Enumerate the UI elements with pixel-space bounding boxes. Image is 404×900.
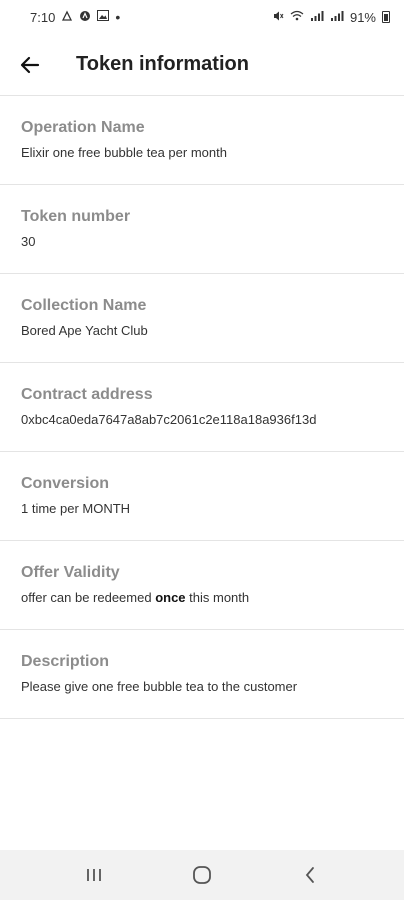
app-icon — [79, 10, 91, 25]
field-value: Please give one free bubble tea to the c… — [21, 679, 298, 694]
field-value: Bored Ape Yacht Club — [21, 323, 148, 338]
value-prefix: offer can be redeemed — [21, 590, 156, 605]
offer-validity-row: Offer Validity offer can be redeemed onc… — [0, 541, 404, 630]
status-time: 7:10 — [30, 9, 56, 25]
status-right: 91% — [272, 10, 390, 25]
field-label: Offer Validity — [21, 564, 120, 581]
home-icon — [193, 866, 211, 884]
field-value: offer can be redeemed once this month — [21, 590, 383, 606]
conversion-row: Conversion 1 time per MONTH — [0, 452, 404, 541]
value-suffix: this month — [185, 590, 250, 605]
page-title: Token information — [76, 53, 249, 75]
battery-icon — [382, 11, 390, 23]
token-number-row: Token number 30 — [0, 185, 404, 274]
field-label: Conversion — [21, 475, 110, 492]
operation-name-row: Operation Name Elixir one free bubble te… — [0, 96, 404, 185]
wifi-icon — [290, 10, 304, 24]
image-icon — [97, 10, 110, 24]
field-value: 0xbc4ca0eda7647a8ab7c2061c2e118a18a936f1… — [21, 412, 317, 427]
recents-icon — [87, 869, 101, 881]
field-label: Collection Name — [21, 297, 147, 314]
notification-icon — [61, 10, 73, 25]
back-button[interactable] — [0, 34, 60, 96]
signal-icon-2 — [330, 10, 344, 24]
arrow-left-icon — [20, 56, 40, 73]
field-value: 30 — [21, 234, 36, 249]
dot-icon: • — [115, 9, 121, 25]
field-label: Token number — [21, 208, 131, 225]
status-left: 7:10 • — [30, 9, 120, 25]
collection-name-row: Collection Name Bored Ape Yacht Club — [0, 274, 404, 363]
value-bold: once — [155, 590, 186, 605]
chevron-left-icon — [305, 867, 314, 883]
signal-icon — [310, 10, 324, 24]
field-label: Contract address — [21, 386, 153, 403]
battery-percent: 91% — [349, 9, 376, 25]
field-label: Operation Name — [21, 119, 145, 136]
field-label: Description — [21, 653, 110, 670]
status-bar: 7:10 • 91% — [0, 0, 404, 34]
token-info-list: Operation Name Elixir one free bubble te… — [0, 96, 404, 719]
description-row: Description Please give one free bubble … — [0, 630, 404, 719]
nav-back-button[interactable] — [285, 850, 335, 900]
recents-button[interactable] — [69, 850, 119, 900]
system-nav-bar — [0, 850, 404, 900]
mute-icon — [272, 10, 284, 25]
field-value: Elixir one free bubble tea per month — [21, 145, 227, 160]
app-bar: Token information — [0, 34, 404, 96]
field-value: 1 time per MONTH — [21, 501, 131, 516]
contract-address-row: Contract address 0xbc4ca0eda7647a8ab7c20… — [0, 363, 404, 452]
home-button[interactable] — [177, 850, 227, 900]
